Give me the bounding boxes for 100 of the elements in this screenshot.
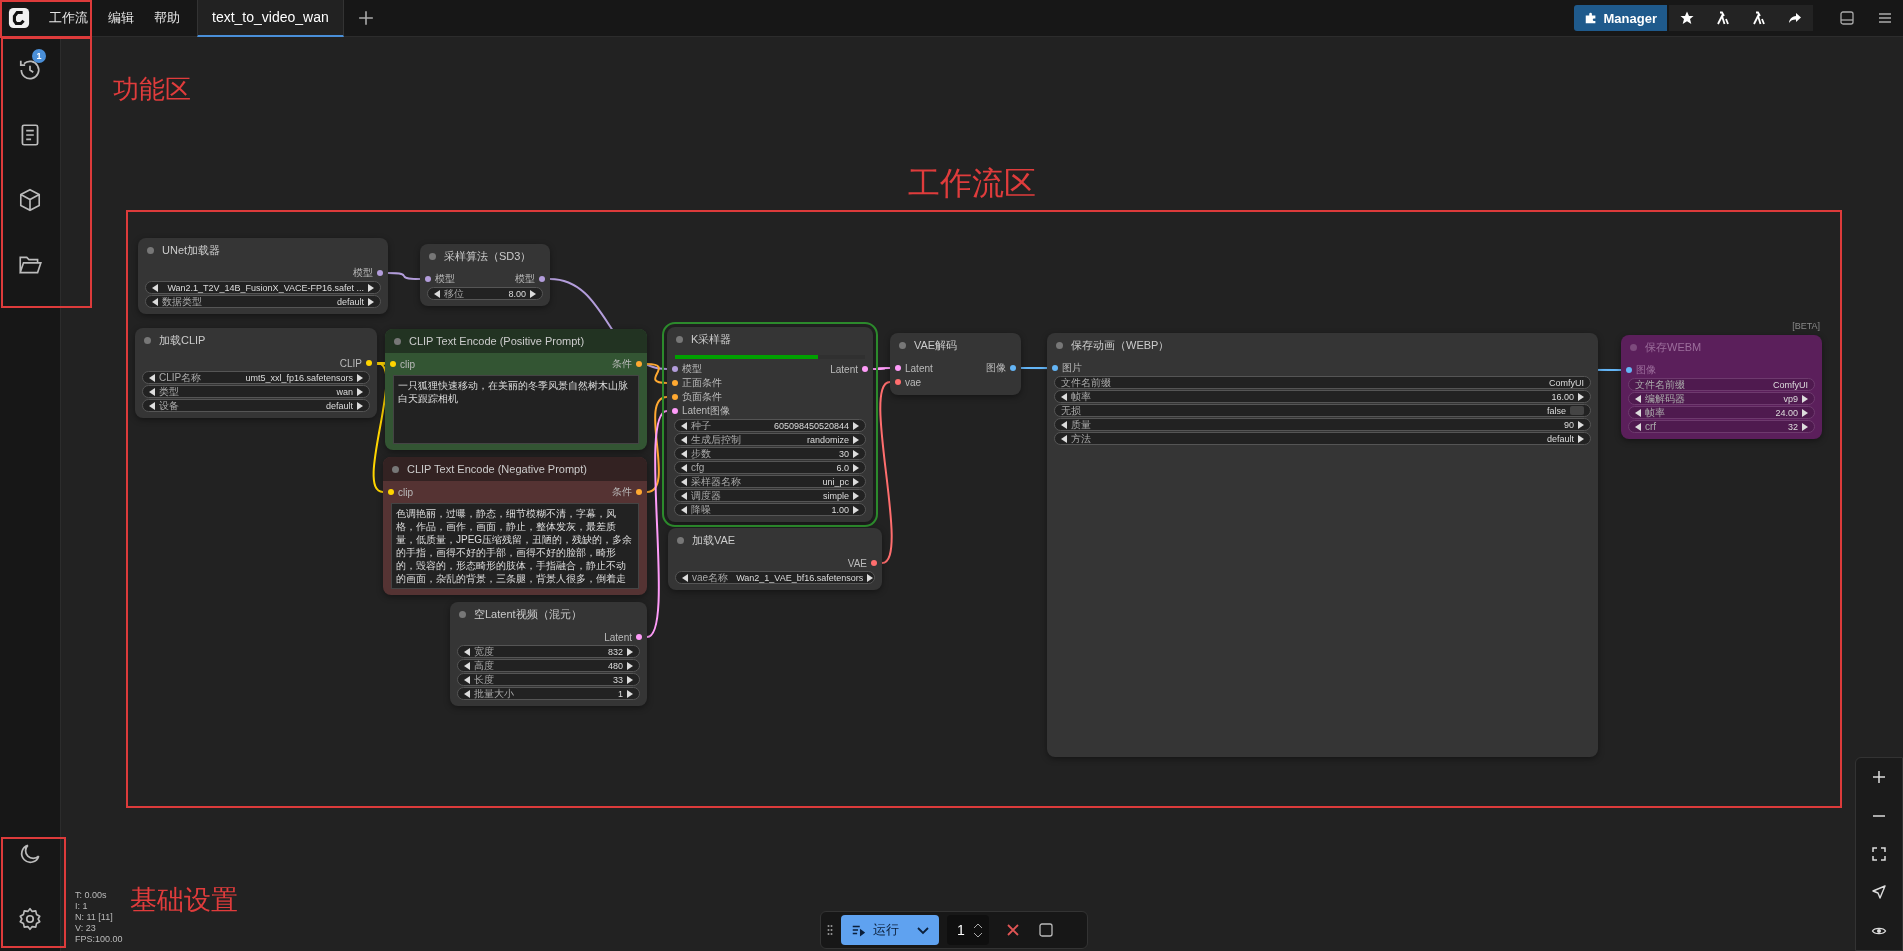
- arrow-left-icon[interactable]: [434, 289, 440, 298]
- fit-view-icon[interactable]: [1871, 845, 1887, 862]
- widget-field[interactable]: 批量大小 1: [457, 687, 640, 700]
- widget-field[interactable]: 采样器名称 uni_pc: [674, 475, 866, 488]
- arrow-left-icon[interactable]: [682, 573, 688, 582]
- widget-field[interactable]: 降噪 1.00: [674, 503, 866, 516]
- app-logo-icon[interactable]: [8, 7, 30, 29]
- arrow-left-icon[interactable]: [1061, 392, 1067, 401]
- widget-field[interactable]: 质量 90: [1054, 418, 1591, 431]
- widget-field[interactable]: 方法 default: [1054, 432, 1591, 445]
- node-card[interactable]: 保存动画（WEBP） 图片 文件名前缀 ComfyUI 帧率 16.00 无损 false 质量 90 方法 default: [1047, 333, 1598, 757]
- input-dot[interactable]: [672, 394, 678, 400]
- menu-item[interactable]: 工作流: [40, 5, 97, 31]
- widget-label: 步数: [691, 446, 711, 461]
- output-dot[interactable]: [862, 366, 868, 372]
- workflow-tab[interactable]: text_to_video_wan: [197, 0, 344, 37]
- widget-field[interactable]: 文件名前缀 ComfyUI: [1628, 378, 1815, 391]
- widget-field[interactable]: cfg 6.0: [674, 461, 866, 474]
- drag-handle-icon[interactable]: [827, 924, 833, 936]
- input-dot[interactable]: [672, 380, 678, 386]
- prompt-textarea[interactable]: 色调艳丽，过曝，静态，细节模糊不清，字幕，风格，作品，画作，画面，静止，整体发灰，最差质量，低质量，JPEG压缩残留，丑陋的，残缺的，多余的手指，画得不好的手部，画得不好的脸部，畸形的，毁容的，形态畸形的肢体，手指融合，静止不动的画面，杂乱的背景，三条腿，背景人很多，倒着走: [391, 503, 639, 589]
- collapse-dot[interactable]: [899, 341, 906, 349]
- increment-icon[interactable]: [972, 922, 983, 929]
- menu-item[interactable]: 编辑: [99, 5, 143, 31]
- node-card[interactable]: UNet加载器 模型 Wan2.1_T2V_14B_FusionX_VACE-FP16.safet ... 数据类型 default: [138, 238, 388, 314]
- node-card[interactable]: 加载VAE VAE vae名称 Wan2_1_VAE_bf16.safetensors: [668, 528, 882, 590]
- widget-field[interactable]: 数据类型 default: [145, 295, 381, 308]
- widget-field[interactable]: vae名称 Wan2_1_VAE_bf16.safetensors: [675, 571, 875, 584]
- widget-field[interactable]: 宽度 832: [457, 645, 640, 658]
- widget-value: vp9: [1783, 393, 1798, 404]
- widget-field[interactable]: 高度 480: [457, 659, 640, 672]
- node-card[interactable]: 加载CLIP CLIP CLIP名称 umt5_xxl_fp16.safetensors 类型 wan 设备 default: [135, 328, 377, 418]
- prompt-textarea[interactable]: 一只狐狸快速移动，在美丽的冬季风景自然树木山脉白天跟踪相机: [393, 375, 639, 444]
- widget-field[interactable]: 类型 wan: [142, 385, 370, 398]
- widget-field[interactable]: 帧率 16.00: [1054, 390, 1591, 403]
- collapse-dot[interactable]: [459, 610, 466, 618]
- output-dot[interactable]: [636, 361, 642, 367]
- input-dot[interactable]: [390, 361, 396, 367]
- widget-field[interactable]: 调度器 simple: [674, 489, 866, 502]
- widget-field[interactable]: 设备 default: [142, 399, 370, 412]
- input-dot[interactable]: [388, 489, 394, 495]
- widget-field[interactable]: Wan2.1_T2V_14B_FusionX_VACE-FP16.safet ...: [145, 281, 381, 294]
- widget-field[interactable]: 步数 30: [674, 447, 866, 460]
- node-card[interactable]: 空Latent视频（混元） Latent 宽度 832 高度 480 长度 33 批量大小 1: [450, 602, 647, 706]
- manager-button[interactable]: Manager: [1573, 5, 1667, 31]
- collapse-dot[interactable]: [1630, 343, 1637, 351]
- output-dot[interactable]: [366, 360, 372, 366]
- widget-field[interactable]: 移位 8.00: [427, 287, 543, 300]
- input-dot[interactable]: [672, 366, 678, 372]
- widget-field[interactable]: 编解码器 vp9: [1628, 392, 1815, 405]
- arrow-right-icon[interactable]: [1578, 392, 1584, 401]
- collapse-dot[interactable]: [676, 335, 683, 343]
- widget-field[interactable]: crf 32: [1628, 420, 1815, 433]
- arrow-right-icon[interactable]: [867, 573, 874, 582]
- output-dot[interactable]: [636, 634, 642, 640]
- zoom-in-icon[interactable]: [1871, 769, 1887, 786]
- arrow-right-icon[interactable]: [530, 289, 536, 298]
- widget-field[interactable]: 生成后控制 randomize: [674, 433, 866, 446]
- collapse-dot[interactable]: [144, 336, 151, 344]
- cancel-icon[interactable]: [1004, 922, 1021, 938]
- toggle-switch[interactable]: [1570, 406, 1584, 415]
- widget-field[interactable]: CLIP名称 umt5_xxl_fp16.safetensors: [142, 371, 370, 384]
- run-button[interactable]: 运行: [841, 915, 939, 945]
- input-dot[interactable]: [895, 379, 901, 385]
- output-dot[interactable]: [636, 489, 642, 495]
- widget-field[interactable]: 无损 false: [1054, 404, 1591, 417]
- node-card[interactable]: 采样算法（SD3） 模型 模型 移位 8.00: [420, 244, 550, 306]
- output-dot[interactable]: [377, 270, 383, 276]
- puzzle-icon: [1583, 11, 1598, 25]
- batch-count-field[interactable]: 1: [947, 915, 989, 945]
- widget-field[interactable]: 文件名前缀 ComfyUI: [1054, 376, 1591, 389]
- output-dot[interactable]: [1010, 365, 1016, 371]
- menu-item[interactable]: 帮助: [145, 5, 189, 31]
- node-card[interactable]: CLIP Text Encode (Positive Prompt) clip 条件 一只狐狸快速移动，在美丽的冬季风景自然树木山脉白天跟踪相机: [385, 329, 647, 450]
- navigate-icon[interactable]: [1871, 884, 1887, 901]
- input-dot[interactable]: [672, 408, 678, 414]
- collapse-dot[interactable]: [677, 536, 684, 544]
- widget-value: 1.00: [831, 504, 849, 515]
- output-dot[interactable]: [539, 276, 545, 282]
- collapse-dot[interactable]: [1056, 341, 1063, 349]
- collapse-dot[interactable]: [147, 246, 154, 254]
- collapse-dot[interactable]: [392, 465, 399, 473]
- widget-field[interactable]: 种子 605098450520844: [674, 419, 866, 432]
- decrement-icon[interactable]: [972, 931, 983, 938]
- widget-field[interactable]: 长度 33: [457, 673, 640, 686]
- input-dot[interactable]: [425, 276, 431, 282]
- checkbox-icon[interactable]: [1038, 923, 1053, 937]
- link-wire: [387, 272, 421, 280]
- input-dot[interactable]: [1052, 365, 1058, 371]
- input-dot[interactable]: [895, 365, 901, 371]
- collapse-dot[interactable]: [429, 252, 436, 260]
- output-dot[interactable]: [871, 560, 877, 566]
- input-dot[interactable]: [1626, 367, 1632, 373]
- node-card[interactable]: CLIP Text Encode (Negative Prompt) clip 条件 色调艳丽，过曝，静态，细节模糊不清，字幕，风格，作品，画作，画面，静止，整体发灰，最差质量，低质量，JPEG压缩残留，丑陋的，残缺的，多余的手指，画得不好的手部，画得不好的脸部，畸形的，毁容的，形态畸形的肢体，手指融合，静止不动的画面，杂乱的背景，三条腿，背景人很多，倒着走: [383, 457, 647, 595]
- add-tab-icon[interactable]: [357, 10, 374, 26]
- collapse-dot[interactable]: [394, 337, 401, 345]
- widget-field[interactable]: 帧率 24.00: [1628, 406, 1815, 419]
- cube-icon: [17, 186, 43, 213]
- node-title: K采样器: [691, 331, 732, 347]
- node-card[interactable]: VAE解码 Latent 图像 vae: [890, 333, 1021, 395]
